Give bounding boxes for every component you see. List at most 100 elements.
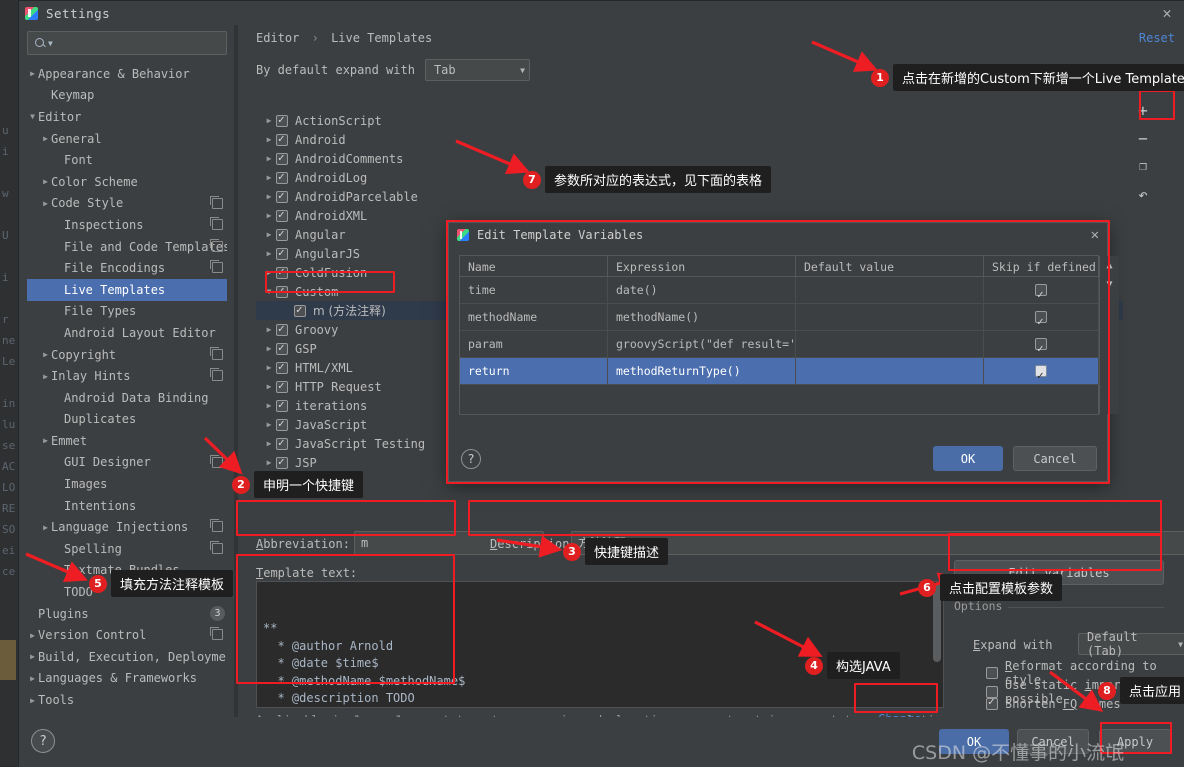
template-enabled-checkbox[interactable] — [276, 417, 288, 431]
template-enabled-checkbox[interactable] — [276, 132, 288, 146]
sidebar-item-duplicates[interactable]: Duplicates — [27, 409, 227, 431]
column-header-default-value[interactable]: Default value — [796, 256, 984, 276]
chevron-right-icon[interactable] — [40, 177, 51, 186]
skip-if-defined-checkbox[interactable] — [1035, 362, 1047, 385]
chevron-right-icon[interactable] — [40, 436, 51, 445]
sidebar-item-live-templates[interactable]: Live Templates — [27, 278, 227, 301]
cell-skip-if-defined[interactable] — [984, 357, 1099, 385]
chevron-right-icon[interactable] — [262, 230, 276, 239]
sidebar-item-textmate-bundles[interactable]: Textmate Bundles — [27, 560, 227, 582]
template-text-editor[interactable]: ** * @author Arnold * @date $time$ * @me… — [256, 581, 944, 708]
sidebar-item-inlay-hints[interactable]: Inlay Hints — [27, 365, 227, 387]
template-group-row[interactable]: AndroidParcelable — [256, 187, 1143, 206]
duplicate-icon[interactable]: ❐ — [1128, 153, 1158, 179]
sidebar-item-version-control[interactable]: Version Control — [27, 624, 227, 646]
sidebar-item-plugins[interactable]: Plugins 3 — [27, 603, 227, 625]
sidebar-item-file-types[interactable]: File Types — [27, 301, 227, 323]
chevron-right-icon[interactable] — [262, 154, 276, 163]
sidebar-item-android-layout-editor[interactable]: Android Layout Editor — [27, 322, 227, 344]
sidebar-item-file-encodings[interactable]: File Encodings — [27, 257, 227, 279]
breadcrumb-root[interactable]: Editor — [256, 31, 299, 45]
chevron-right-icon[interactable] — [262, 116, 276, 125]
sidebar-item-copyright[interactable]: Copyright — [27, 344, 227, 366]
table-row[interactable]: time date() — [460, 276, 1099, 304]
template-text-scrollbar[interactable] — [933, 584, 941, 662]
chevron-right-icon[interactable] — [262, 439, 276, 448]
help-icon[interactable]: ? — [31, 729, 55, 753]
shorten-fq-checkbox-row[interactable]: Shorten FQ names — [986, 695, 1121, 711]
cell-expression[interactable]: methodName() — [608, 303, 796, 331]
chevron-right-icon[interactable] — [27, 652, 38, 661]
chevron-right-icon[interactable] — [262, 477, 276, 486]
chevron-right-icon[interactable] — [27, 696, 38, 705]
skip-if-defined-checkbox[interactable] — [1035, 335, 1047, 358]
default-expand-select[interactable]: Tab ▼ — [424, 59, 530, 81]
cell-default-value[interactable] — [796, 357, 984, 385]
template-enabled-checkbox[interactable] — [294, 303, 306, 317]
sidebar-item-inspections[interactable]: Inspections — [27, 214, 227, 236]
chevron-right-icon[interactable] — [262, 135, 276, 144]
template-enabled-checkbox[interactable] — [276, 246, 288, 260]
chevron-right-icon[interactable] — [40, 134, 51, 143]
template-enabled-checkbox[interactable] — [276, 284, 288, 298]
sidebar-item-appearance-behavior[interactable]: Appearance & Behavior — [27, 63, 227, 85]
template-group-row[interactable]: AndroidLog — [256, 168, 1143, 187]
sidebar-item-todo[interactable]: TODO — [27, 581, 227, 603]
move-down-icon[interactable]: ▼ — [1106, 279, 1112, 290]
column-header-expression[interactable]: Expression — [608, 256, 796, 276]
sidebar-item-emmet[interactable]: Emmet — [27, 430, 227, 452]
close-icon[interactable]: ✕ — [1091, 227, 1099, 243]
move-up-icon[interactable]: ▲ — [1106, 260, 1112, 271]
sidebar-item-general[interactable]: General — [27, 128, 227, 150]
ok-button[interactable]: OK — [939, 729, 1009, 754]
chevron-right-icon[interactable] — [27, 674, 38, 683]
template-enabled-checkbox[interactable] — [276, 113, 288, 127]
template-group-row[interactable]: Android — [256, 130, 1143, 149]
edit-variables-button[interactable]: Edit variables — [954, 560, 1164, 585]
chevron-right-icon[interactable] — [40, 350, 51, 359]
help-icon[interactable]: ? — [461, 449, 481, 469]
column-header-skip-if-defined[interactable]: Skip if defined — [984, 256, 1099, 276]
close-icon[interactable]: ✕ — [1159, 5, 1175, 21]
chevron-right-icon[interactable] — [262, 211, 276, 220]
cell-expression[interactable]: date() — [608, 276, 796, 304]
skip-if-defined-checkbox[interactable] — [1035, 281, 1047, 304]
template-enabled-checkbox[interactable] — [276, 189, 288, 203]
sidebar-item-build-execution-deployment[interactable]: Build, Execution, Deployment — [27, 646, 227, 668]
chevron-right-icon[interactable] — [262, 249, 276, 258]
etv-cancel-button[interactable]: Cancel — [1013, 446, 1097, 471]
search-dropdown-caret[interactable]: ▼ — [48, 39, 53, 48]
chevron-down-icon[interactable] — [262, 287, 276, 296]
settings-category-tree[interactable]: Appearance & Behavior Keymap Editor General… — [27, 63, 227, 707]
sidebar-item-gui-designer[interactable]: GUI Designer — [27, 452, 227, 474]
sidebar-item-color-scheme[interactable]: Color Scheme — [27, 171, 227, 193]
sidebar-item-keymap[interactable]: Keymap — [27, 85, 227, 107]
chevron-right-icon[interactable] — [40, 523, 51, 532]
chevron-right-icon[interactable] — [262, 382, 276, 391]
template-group-row[interactable]: AndroidComments — [256, 149, 1143, 168]
table-row[interactable]: return methodReturnType() — [460, 357, 1099, 385]
template-group-row[interactable]: ActionScript — [256, 111, 1143, 130]
cell-skip-if-defined[interactable] — [984, 330, 1099, 358]
sidebar-item-tools[interactable]: Tools — [27, 689, 227, 707]
cell-variable-name[interactable]: return — [460, 357, 608, 385]
chevron-right-icon[interactable] — [262, 325, 276, 334]
sidebar-item-android-data-binding[interactable]: Android Data Binding — [27, 387, 227, 409]
cell-variable-name[interactable]: methodName — [460, 303, 608, 331]
chevron-right-icon[interactable] — [27, 631, 38, 640]
table-row[interactable]: methodName methodName() — [460, 303, 1099, 331]
sidebar-item-file-and-code-templates[interactable]: File and Code Templates — [27, 236, 227, 258]
chevron-right-icon[interactable] — [27, 69, 38, 78]
template-enabled-checkbox[interactable] — [276, 379, 288, 393]
chevron-right-icon[interactable] — [262, 363, 276, 372]
template-enabled-checkbox[interactable] — [276, 474, 288, 488]
sidebar-item-font[interactable]: Font — [27, 149, 227, 171]
remove-icon[interactable]: − — [1128, 125, 1158, 151]
chevron-right-icon[interactable] — [262, 344, 276, 353]
chevron-right-icon[interactable] — [262, 420, 276, 429]
description-input[interactable]: 方法注释 — [571, 531, 1184, 555]
etv-ok-button[interactable]: OK — [933, 446, 1003, 471]
sidebar-item-language-injections[interactable]: Language Injections — [27, 516, 227, 538]
column-header-name[interactable]: Name — [460, 256, 608, 276]
search-input[interactable]: ▼ — [27, 31, 227, 55]
